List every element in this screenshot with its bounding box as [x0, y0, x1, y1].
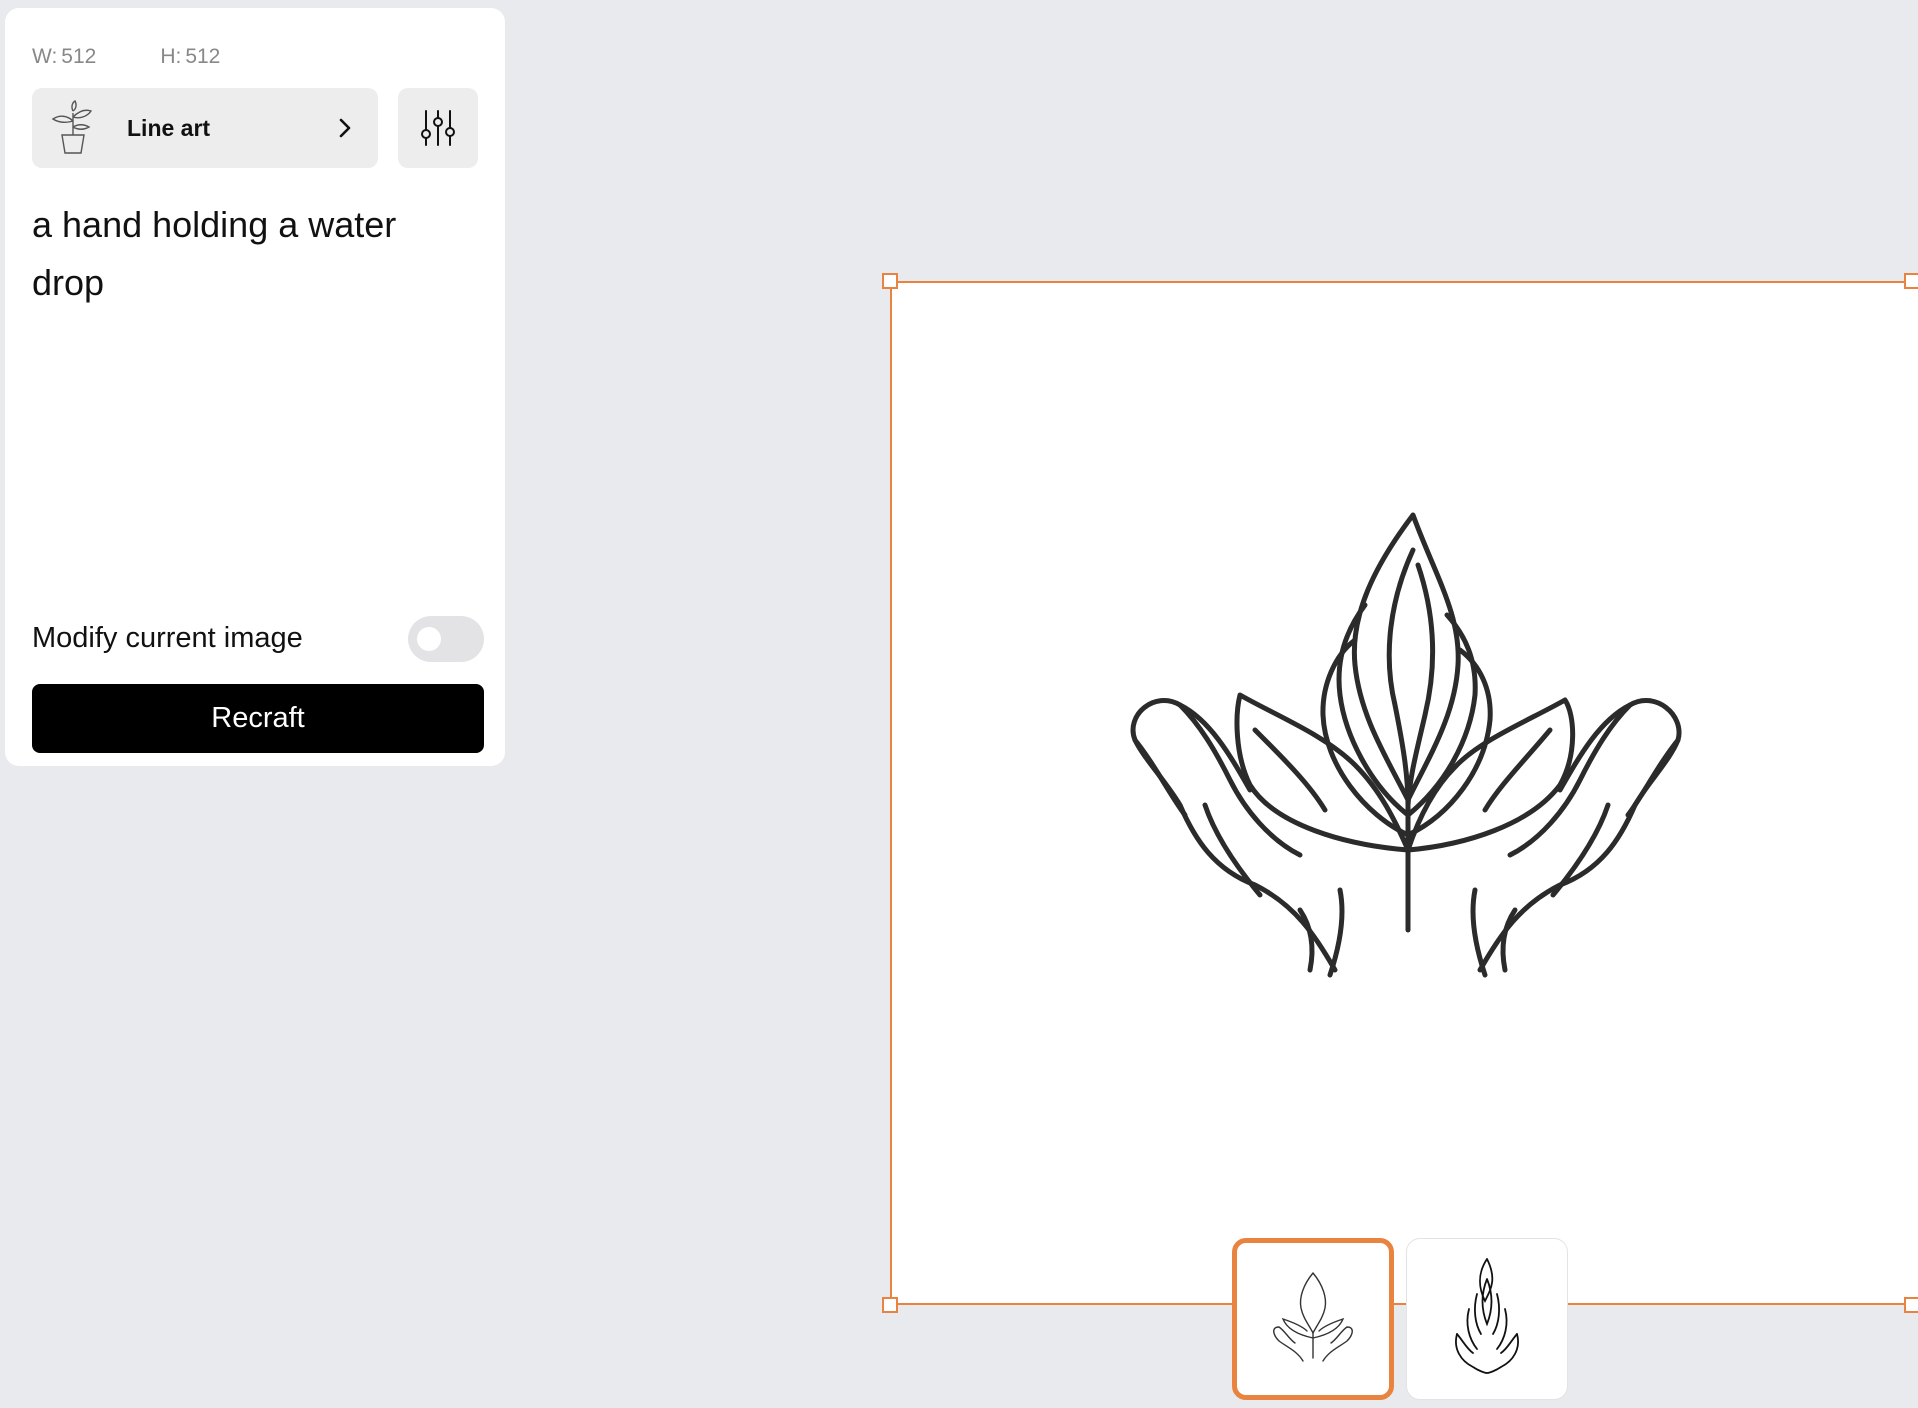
recraft-button[interactable]: Recraft: [32, 684, 484, 753]
modify-current-image-toggle[interactable]: [408, 616, 484, 662]
height-label: H:: [160, 45, 182, 68]
resize-handle-bottom-right[interactable]: [1904, 1297, 1918, 1313]
prompt-input[interactable]: a hand holding a water drop: [32, 196, 462, 312]
style-selector-button[interactable]: Line art: [32, 88, 378, 168]
style-label: Line art: [127, 114, 211, 141]
resize-handle-bottom-left[interactable]: [882, 1297, 898, 1313]
hands-with-flame-thumbnail: [1455, 1258, 1519, 1374]
width-readout[interactable]: W: 512: [32, 45, 128, 68]
variant-thumbnail-2[interactable]: [1406, 1238, 1568, 1400]
modify-current-image-row: Modify current image: [32, 616, 484, 664]
hands-holding-leaves-thumbnail: [1273, 1272, 1353, 1362]
potted-plant-icon: [51, 99, 93, 154]
height-value: 512: [185, 45, 221, 68]
chevron-right-icon: [339, 118, 351, 138]
app-stage: W: 512 H: 512 Line art a hand holding a …: [0, 0, 1918, 1408]
variant-thumbnail-1[interactable]: [1232, 1238, 1394, 1400]
resize-handle-top-left[interactable]: [882, 273, 898, 289]
hands-holding-leaves-illustration: [1130, 512, 1682, 978]
width-value: 512: [61, 45, 97, 68]
resize-handle-top-right[interactable]: [1904, 273, 1918, 289]
dimensions-readout: W: 512 H: 512: [32, 45, 284, 69]
toggle-knob: [417, 627, 441, 651]
generation-panel: W: 512 H: 512 Line art a hand holding a …: [5, 8, 505, 766]
height-readout[interactable]: H: 512: [160, 45, 252, 68]
modify-current-image-label: Modify current image: [32, 622, 303, 654]
sliders-icon: [421, 110, 455, 146]
width-label: W:: [32, 45, 58, 68]
settings-button[interactable]: [398, 88, 478, 168]
